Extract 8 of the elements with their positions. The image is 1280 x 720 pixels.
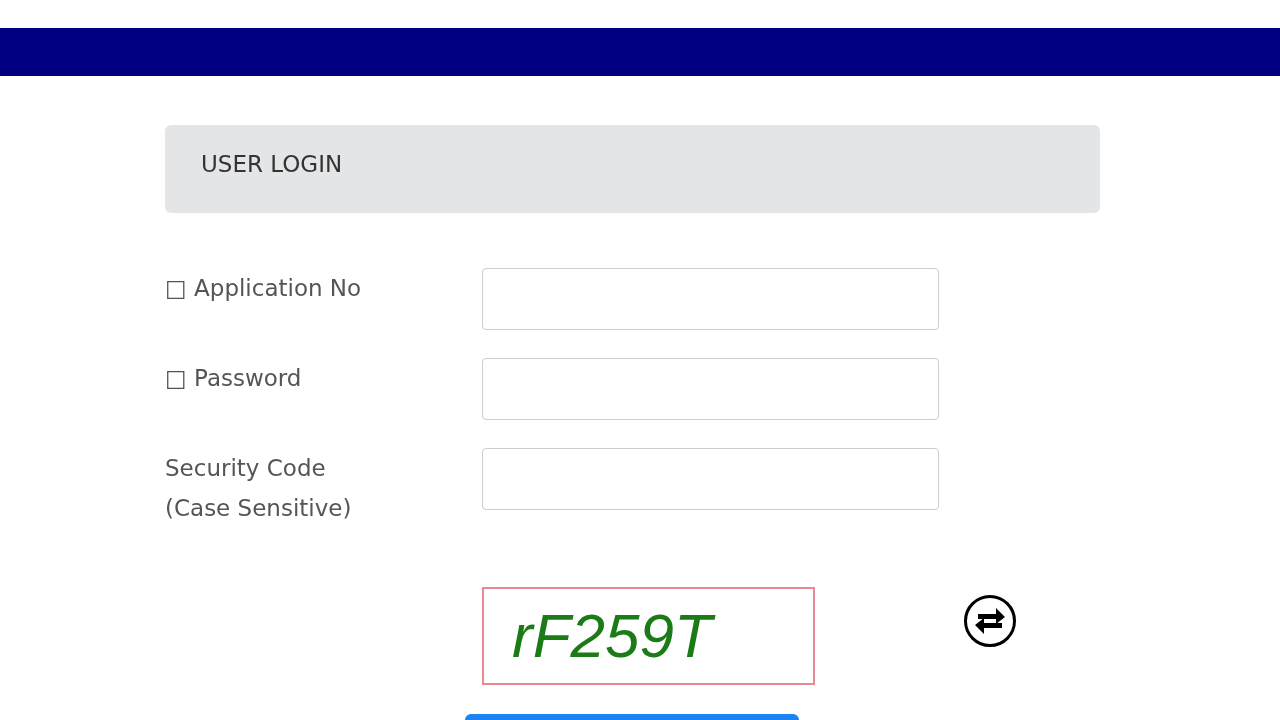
field-label: Security Code (Case Sensitive)	[165, 454, 352, 524]
field-label: □ Application No	[165, 274, 362, 303]
field-label: □ Password	[165, 364, 302, 393]
refresh-icon[interactable]	[963, 593, 1017, 648]
input-field[interactable]	[482, 448, 939, 510]
input-field[interactable]	[482, 268, 939, 330]
input-field[interactable]	[482, 358, 939, 420]
panel-title: USER LOGIN	[201, 151, 343, 177]
